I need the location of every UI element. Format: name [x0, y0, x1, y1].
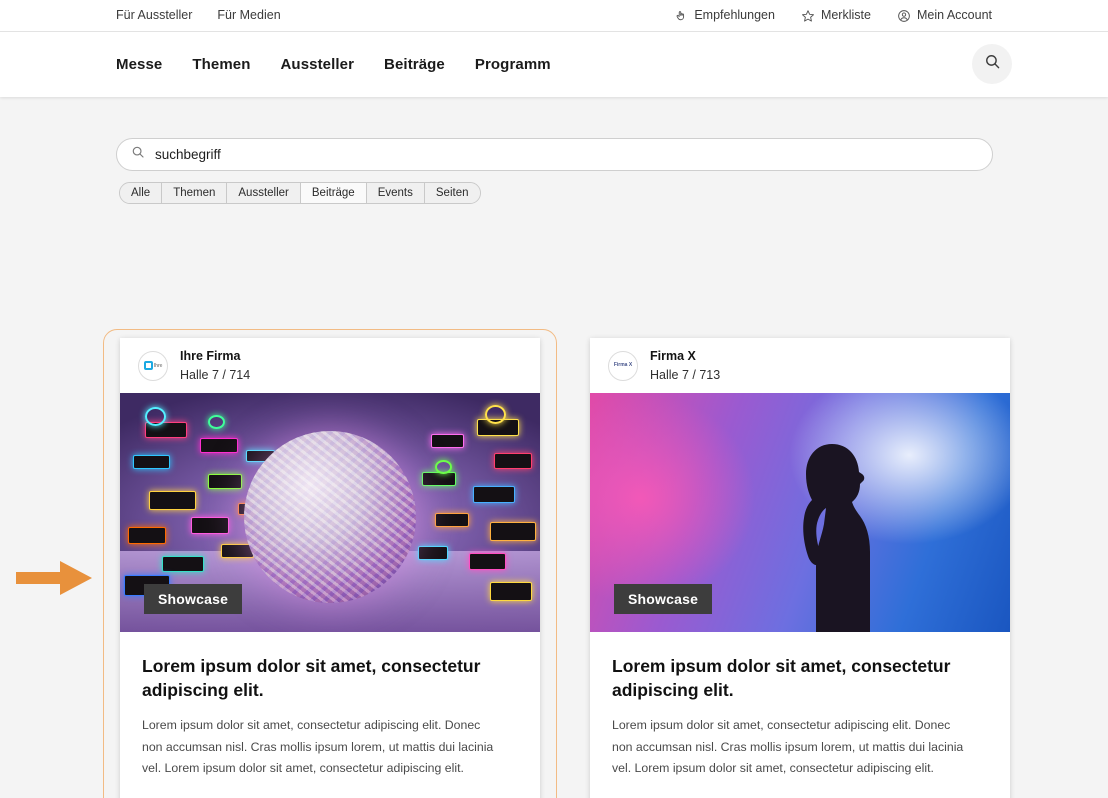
- utility-link-label: Merkliste: [821, 9, 871, 22]
- avatar: Firma X: [608, 351, 638, 381]
- utility-link-fuer-medien[interactable]: Für Medien: [217, 9, 280, 22]
- avatar-label: Ihre: [154, 363, 162, 369]
- header-search-button[interactable]: [972, 44, 1012, 84]
- account-icon: [897, 9, 911, 23]
- status-badge: Showcase: [144, 584, 242, 614]
- nav-item-themen[interactable]: Themen: [192, 56, 250, 73]
- hall-location: Halle 7 / 714: [180, 366, 250, 384]
- card-header-text: Firma X Halle 7 / 713: [650, 347, 720, 383]
- filter-chip-group: Alle Themen Aussteller Beiträge Events S…: [119, 182, 481, 204]
- nav-item-aussteller[interactable]: Aussteller: [281, 56, 355, 73]
- star-icon: [801, 9, 815, 23]
- pointing-hand-icon: [674, 9, 688, 23]
- hall-location: Halle 7 / 713: [650, 366, 720, 384]
- filter-chip-themen[interactable]: Themen: [162, 183, 227, 203]
- filter-chip-beitraege[interactable]: Beiträge: [301, 183, 367, 203]
- utility-link-label: Für Aussteller: [116, 9, 192, 22]
- nav-item-beitraege[interactable]: Beiträge: [384, 56, 445, 73]
- utility-link-label: Für Medien: [217, 9, 280, 22]
- main-navigation: Messe Themen Aussteller Beiträge Program…: [0, 32, 1108, 96]
- site-header: Für Aussteller Für Medien Empfehlung: [0, 0, 1108, 97]
- utility-links-right: Empfehlungen Merkliste: [674, 9, 992, 23]
- main-nav-items: Messe Themen Aussteller Beiträge Program…: [116, 56, 551, 73]
- status-badge: Showcase: [614, 584, 712, 614]
- card-image: Showcase: [120, 393, 540, 632]
- card-header: Ihre Ihre Firma Halle 7 / 714: [120, 338, 540, 393]
- company-logo-icon: Ihre: [144, 361, 162, 370]
- card-header-text: Ihre Firma Halle 7 / 714: [180, 347, 250, 383]
- utility-link-fuer-aussteller[interactable]: Für Aussteller: [116, 9, 192, 22]
- result-card[interactable]: Ihre Ihre Firma Halle 7 / 714: [120, 338, 540, 798]
- filter-chip-alle[interactable]: Alle: [120, 183, 162, 203]
- nav-item-programm[interactable]: Programm: [475, 56, 551, 73]
- result-card[interactable]: Firma X Firma X Halle 7 / 713 Showcase: [590, 338, 1010, 798]
- avatar: Ihre: [138, 351, 168, 381]
- utility-bar: Für Aussteller Für Medien Empfehlung: [0, 0, 1108, 32]
- results-list: Ihre Ihre Firma Halle 7 / 714: [120, 338, 1010, 798]
- annotation-arrow-icon: [16, 559, 92, 597]
- search-results-page: Für Aussteller Für Medien Empfehlung: [0, 0, 1108, 798]
- search-field-wrapper[interactable]: [116, 138, 993, 171]
- filter-chip-events[interactable]: Events: [367, 183, 425, 203]
- card-description: Lorem ipsum dolor sit amet, consectetur …: [612, 715, 972, 780]
- nav-item-messe[interactable]: Messe: [116, 56, 162, 73]
- card-header: Firma X Firma X Halle 7 / 713: [590, 338, 1010, 393]
- search-icon: [131, 145, 145, 164]
- utility-link-merkliste[interactable]: Merkliste: [801, 9, 871, 23]
- utility-link-label: Empfehlungen: [694, 9, 775, 22]
- filter-chip-seiten[interactable]: Seiten: [425, 183, 480, 203]
- card-image: Showcase: [590, 393, 1010, 632]
- search-input[interactable]: [155, 147, 978, 162]
- utility-link-label: Mein Account: [917, 9, 992, 22]
- company-logo-icon: Firma X: [614, 363, 632, 368]
- woman-silhouette-icon: [762, 432, 912, 632]
- company-name: Firma X: [650, 347, 720, 365]
- filter-chip-aussteller[interactable]: Aussteller: [227, 183, 301, 203]
- card-body: Lorem ipsum dolor sit amet, consectetur …: [120, 632, 540, 798]
- utility-links-left: Für Aussteller Für Medien: [116, 9, 281, 22]
- search-icon: [984, 53, 1001, 75]
- utility-link-empfehlungen[interactable]: Empfehlungen: [674, 9, 775, 23]
- card-description: Lorem ipsum dolor sit amet, consectetur …: [142, 715, 502, 780]
- utility-link-mein-account[interactable]: Mein Account: [897, 9, 992, 23]
- card-body: Lorem ipsum dolor sit amet, consectetur …: [590, 632, 1010, 798]
- company-name: Ihre Firma: [180, 347, 250, 365]
- card-title: Lorem ipsum dolor sit amet, consectetur …: [612, 655, 952, 702]
- card-title: Lorem ipsum dolor sit amet, consectetur …: [142, 655, 482, 702]
